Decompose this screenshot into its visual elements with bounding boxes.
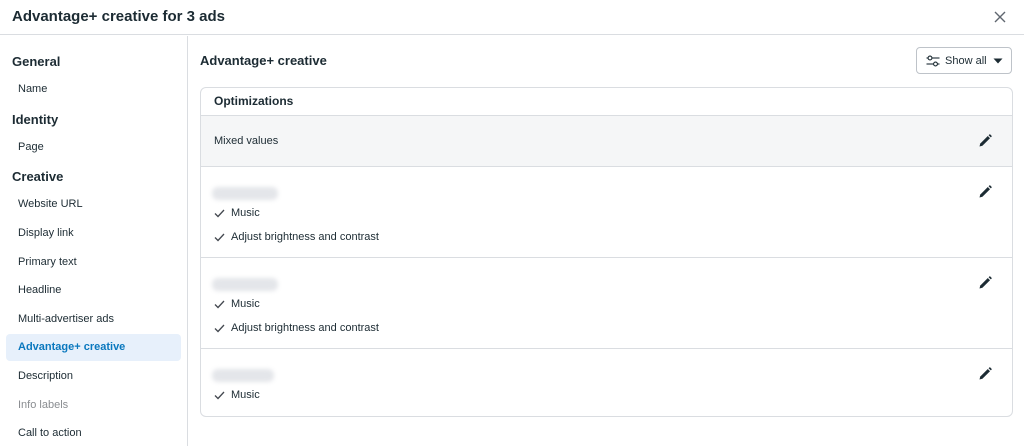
sidebar-item-info-labels[interactable]: Info labels [6, 392, 181, 419]
option-item: Adjust brightness and contrast [214, 322, 379, 334]
sidebar-item-advantage-creative[interactable]: Advantage+ creative [6, 334, 181, 361]
show-all-dropdown[interactable]: Show all [916, 47, 1012, 74]
sidebar-item-page[interactable]: Page [6, 134, 181, 161]
pencil-icon [979, 134, 992, 147]
ad-name-blurred [212, 369, 274, 382]
ad-name-blurred [212, 278, 278, 291]
pencil-icon [979, 276, 992, 289]
checkmark-icon [214, 209, 225, 217]
sidebar-nav: General Name Identity Page Creative Webs… [0, 36, 188, 446]
option-item: Music [214, 389, 260, 401]
checkmark-icon [214, 300, 225, 308]
section-general: General [12, 54, 61, 69]
section-title: Advantage+ creative [200, 53, 327, 68]
edit-ad-1-button[interactable] [977, 184, 993, 200]
checkmark-icon [214, 391, 225, 399]
sidebar-item-call-to-action[interactable]: Call to action [6, 420, 181, 446]
ad-name-blurred [212, 187, 278, 200]
pencil-icon [979, 185, 992, 198]
option-label: Music [231, 207, 260, 219]
optimizations-header: Optimizations [201, 88, 1012, 116]
filter-sliders-icon [926, 55, 940, 66]
ad-row-1: Music Adjust brightness and contrast [201, 167, 1012, 258]
option-label: Adjust brightness and contrast [231, 322, 379, 334]
checkmark-icon [214, 233, 225, 241]
dialog-title: Advantage+ creative for 3 ads [12, 8, 226, 25]
section-creative: Creative [12, 169, 64, 184]
checkmark-icon [214, 324, 225, 332]
optimizations-card: Optimizations Mixed values Music Adjust … [200, 87, 1013, 417]
sidebar-item-name[interactable]: Name [6, 76, 181, 103]
sidebar-item-primary-text[interactable]: Primary text [6, 249, 181, 276]
option-label: Music [231, 298, 260, 310]
sidebar-item-display-link[interactable]: Display link [6, 220, 181, 247]
sidebar-item-multi-advertiser-ads[interactable]: Multi-advertiser ads [6, 306, 181, 333]
option-item: Music [214, 298, 260, 310]
ad-row-2: Music Adjust brightness and contrast [201, 258, 1012, 349]
option-label: Music [231, 389, 260, 401]
sidebar-item-website-url[interactable]: Website URL [6, 191, 181, 218]
sidebar-item-description[interactable]: Description [6, 363, 181, 390]
edit-all-button[interactable] [977, 133, 993, 149]
section-identity: Identity [12, 112, 59, 127]
show-all-label: Show all [945, 54, 987, 67]
close-button[interactable] [990, 7, 1010, 27]
option-label: Adjust brightness and contrast [231, 231, 379, 243]
option-item: Music [214, 207, 260, 219]
caret-down-icon [993, 58, 1003, 63]
pencil-icon [979, 367, 992, 380]
sidebar-item-headline[interactable]: Headline [6, 277, 181, 304]
edit-ad-2-button[interactable] [977, 275, 993, 291]
close-icon [994, 11, 1006, 23]
mixed-values-text: Mixed values [214, 135, 279, 147]
ad-row-3: Music [201, 349, 1012, 416]
edit-ad-3-button[interactable] [977, 366, 993, 382]
mixed-values-row: Mixed values [201, 116, 1012, 167]
dialog-header: Advantage+ creative for 3 ads [0, 0, 1024, 35]
option-item: Adjust brightness and contrast [214, 231, 379, 243]
